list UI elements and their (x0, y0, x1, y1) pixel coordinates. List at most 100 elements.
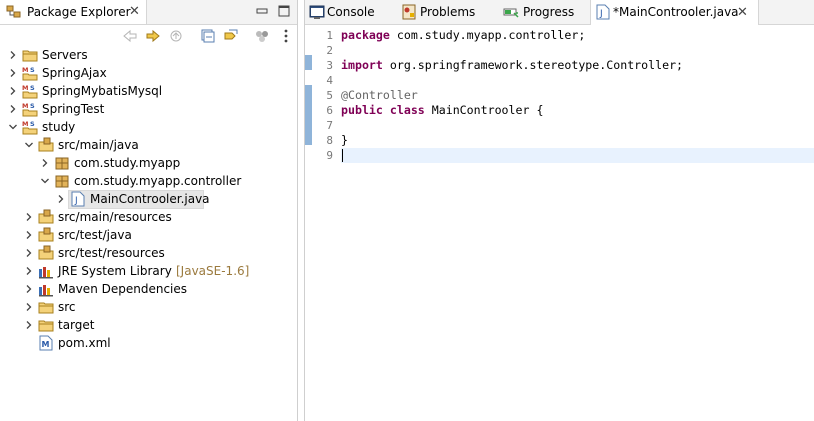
code-token: org.springframework.stereotype.Controlle… (382, 58, 684, 72)
code-line[interactable]: package com.study.myapp.controller; (341, 28, 814, 43)
link-with-editor-icon[interactable] (223, 28, 239, 44)
svg-text:M: M (22, 120, 28, 128)
code-line[interactable] (341, 148, 814, 163)
maven-file-icon: M (39, 335, 53, 351)
chevron-down-icon[interactable] (8, 122, 18, 132)
code-editor[interactable]: package com.study.myapp.controller; impor… (341, 25, 814, 421)
tree-item-label: SpringTest (42, 102, 105, 116)
code-line[interactable] (341, 43, 814, 58)
line-number-ruler: 1 2 3 4 5 6 7 8 9 (313, 25, 335, 421)
forward-icon[interactable] (145, 28, 161, 44)
tree-item[interactable]: JRE System Library [JavaSE-1.6] (0, 262, 297, 280)
text-caret (342, 149, 343, 162)
tree-item[interactable]: Mpom.xml (0, 334, 297, 352)
svg-text:M: M (22, 84, 28, 92)
package-explorer-view: Package Explorer ✕ Servers M S SpringAja… (0, 0, 298, 421)
tree-item[interactable]: src/test/java (0, 226, 297, 244)
chevron-right-icon[interactable] (24, 320, 34, 330)
close-icon[interactable]: ✕ (737, 6, 748, 19)
chevron-right-icon[interactable] (24, 230, 34, 240)
chevron-right-icon[interactable] (8, 50, 18, 60)
code-line[interactable]: public class MainControoler { (341, 103, 814, 118)
annotation-token: @Controller (341, 88, 418, 102)
tab-progress[interactable]: Progress (501, 0, 587, 24)
tree-item[interactable]: Servers (0, 46, 297, 64)
folder-icon (22, 50, 38, 62)
back-icon[interactable] (122, 28, 138, 44)
chevron-right-icon[interactable] (8, 104, 18, 114)
tree-item[interactable]: src/main/resources (0, 208, 297, 226)
tree-item-label: Maven Dependencies (58, 282, 188, 296)
folder-icon (38, 302, 54, 314)
up-icon[interactable] (168, 28, 184, 44)
code-line[interactable]: @Controller (341, 88, 814, 103)
tree-item[interactable]: M S SpringTest (0, 100, 297, 118)
library-icon (39, 285, 53, 297)
close-icon[interactable]: ✕ (129, 5, 140, 18)
tab-label: Progress (523, 5, 575, 19)
line-number: 2 (326, 44, 333, 57)
line-number: 6 (326, 104, 333, 117)
tree-item[interactable]: M S SpringAjax (0, 64, 297, 82)
chevron-down-icon[interactable] (40, 176, 50, 186)
line-number: 3 (326, 59, 333, 72)
tree-item-label: SpringAjax (42, 66, 107, 80)
chevron-right-icon[interactable] (24, 212, 34, 222)
chevron-right-icon[interactable] (8, 86, 18, 96)
svg-text:S: S (30, 84, 35, 92)
java-file-icon: J (596, 4, 610, 20)
tab-problems[interactable]: Problems (399, 0, 495, 24)
tree-item[interactable]: src/test/resources (0, 244, 297, 262)
code-line[interactable] (341, 73, 814, 88)
svg-text:J: J (599, 9, 603, 19)
tree-item[interactable]: src (0, 298, 297, 316)
keyword-token: import (341, 58, 383, 72)
code-line[interactable]: import org.springframework.stereotype.Co… (341, 58, 814, 73)
chevron-right-icon[interactable] (56, 194, 66, 204)
tree-item[interactable]: src/main/java (0, 136, 297, 154)
chevron-right-icon[interactable] (24, 266, 34, 276)
code-token: } (341, 133, 348, 147)
svg-text:J: J (74, 196, 78, 206)
chevron-right-icon[interactable] (24, 302, 34, 312)
tree-item-label: study (42, 120, 76, 134)
chevron-right-icon[interactable] (24, 284, 34, 294)
minimize-icon[interactable] (254, 3, 270, 19)
collapse-all-icon[interactable] (200, 28, 216, 44)
tree-item[interactable]: M S SpringMybatisMysql (0, 82, 297, 100)
java-file-icon: J (71, 191, 85, 207)
focus-icon[interactable] (254, 28, 270, 44)
tab-package-explorer[interactable]: Package Explorer ✕ (0, 0, 147, 24)
line-number: 9 (326, 149, 333, 162)
tree-item-decoration: [JavaSE-1.6] (176, 264, 250, 278)
code-line[interactable]: } (341, 133, 814, 148)
maximize-icon[interactable] (276, 3, 292, 19)
tree-item[interactable]: J MainControoler.java (0, 190, 297, 209)
chevron-down-icon[interactable] (24, 140, 34, 150)
tab-console[interactable]: Console (305, 0, 391, 24)
chevron-right-icon[interactable] (8, 68, 18, 78)
tree-item[interactable]: com.study.myapp (0, 154, 297, 172)
maven-project-icon: MS (22, 66, 38, 81)
tree-item[interactable]: M Sstudy (0, 118, 297, 136)
maven-project-icon: MS (22, 120, 38, 135)
svg-text:S: S (30, 120, 35, 128)
tree-item[interactable]: Maven Dependencies (0, 280, 297, 298)
tab-label: *MainControoler.java (613, 5, 739, 19)
chevron-right-icon[interactable] (40, 158, 50, 168)
keyword-token: public (341, 103, 383, 117)
tree-item[interactable]: com.study.myapp.controller (0, 172, 297, 190)
tree-item-label: src/main/java (58, 138, 139, 152)
editor-tab-bar: Console Problems Progress J *MainControo… (305, 0, 814, 25)
tab-main-controoler-java[interactable]: J *MainControoler.java ✕ (590, 0, 759, 25)
svg-text:M: M (22, 66, 28, 74)
line-number: 5 (326, 89, 333, 102)
tree-item[interactable]: target (0, 316, 297, 334)
source-folder-icon (38, 227, 54, 242)
code-line[interactable] (341, 118, 814, 133)
tab-label: Console (327, 5, 375, 19)
source-folder-icon (38, 137, 54, 152)
chevron-right-icon[interactable] (24, 248, 34, 258)
view-menu-icon[interactable] (278, 28, 294, 44)
